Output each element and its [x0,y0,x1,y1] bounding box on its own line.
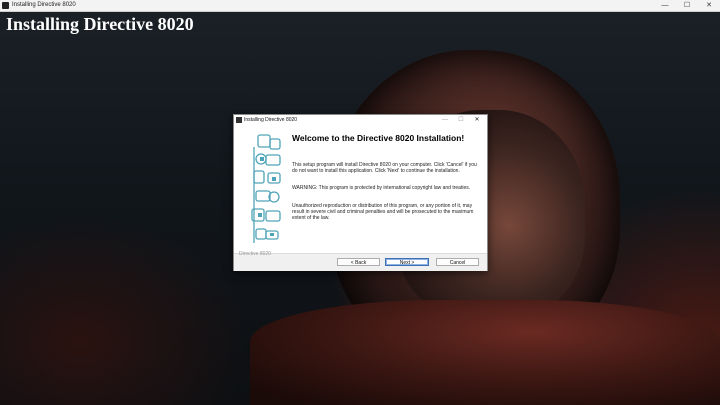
spacesuit-art [250,300,720,405]
dialog-maximize-button[interactable]: ☐ [453,115,469,126]
dialog-title: Installing Directive 8020 [244,117,298,123]
close-button[interactable]: ✕ [698,0,720,11]
maximize-button[interactable]: ☐ [676,0,698,11]
app-icon [2,2,9,9]
setup-dialog: Installing Directive 8020 — ☐ ✕ Welcome … [233,114,488,271]
legal-notice-text: Unauthorized reproduction or distributio… [292,203,474,221]
copyright-warning-text: WARNING: This program is protected by in… [292,185,471,191]
brand-label: Directive 8020 [239,251,271,257]
dialog-body: Welcome to the Directive 8020 Installati… [234,126,487,253]
installer-heading: Installing Directive 8020 [6,14,194,34]
cancel-button[interactable]: Cancel [436,258,479,266]
intro-text: This setup program will install Directiv… [292,162,477,174]
welcome-heading: Welcome to the Directive 8020 Installati… [292,133,465,143]
dialog-footer: Directive 8020 < Back Next > Cancel [234,251,487,271]
minimize-button[interactable]: — [654,0,676,11]
dialog-app-icon [236,117,242,123]
dialog-close-button[interactable]: ✕ [469,115,485,126]
window-titlebar: Installing Directive 8020 — ☐ ✕ [0,0,720,12]
installer-graphic-icon [251,134,281,243]
dialog-minimize-button[interactable]: — [437,115,453,126]
dialog-titlebar: Installing Directive 8020 — ☐ ✕ [234,115,487,126]
back-button[interactable]: < Back [337,258,380,266]
next-button[interactable]: Next > [385,258,429,266]
window-title: Installing Directive 8020 [12,2,76,8]
